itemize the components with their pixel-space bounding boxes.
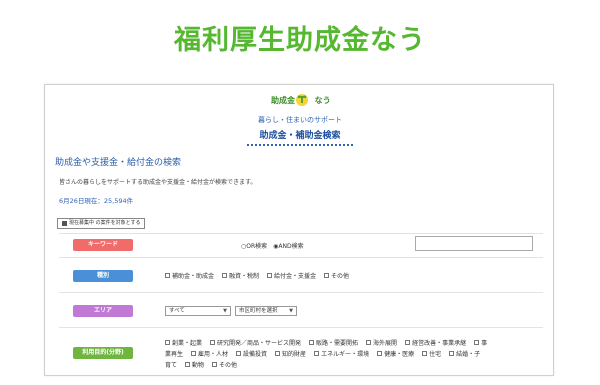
result-count: 6月26日現在：25,594件 xyxy=(59,197,134,205)
section-heading: 助成金や支援金・給付金の検索 xyxy=(55,158,182,168)
sprout-icon xyxy=(296,94,308,106)
prefecture-select[interactable]: すべて ▼ xyxy=(165,306,231,316)
recruiting-filter-checkbox[interactable]: 現在募集中 の案件を対象とする xyxy=(57,218,146,229)
checkbox-icon xyxy=(165,340,170,345)
checkbox-icon xyxy=(165,273,170,278)
purpose-option-continued[interactable]: 業再生 xyxy=(165,349,183,358)
checkbox-checked-icon xyxy=(62,221,67,226)
checkbox-icon xyxy=(212,362,218,367)
purpose-option[interactable]: 住宅 xyxy=(422,349,441,358)
site-tagline: 暮らし・住まいのサポート xyxy=(258,116,342,124)
checkbox-icon xyxy=(366,340,372,345)
row-divider xyxy=(59,292,543,293)
section-description: 皆さんの暮らしをサポートする助成金や支援金・給付金が検索できます。 xyxy=(59,179,257,186)
category-option[interactable]: その他 xyxy=(324,271,349,280)
checkbox-icon xyxy=(474,340,480,345)
purpose-option[interactable]: 研究開発／商品・サービス開発 xyxy=(210,338,301,347)
checkbox-icon xyxy=(314,351,320,356)
city-select[interactable]: 市区町村を選択 ▼ xyxy=(235,306,297,316)
category-option[interactable]: 融資・税制 xyxy=(222,271,259,280)
purpose-option[interactable]: 事 xyxy=(474,338,487,347)
checkbox-icon xyxy=(405,340,411,345)
purpose-option[interactable]: 経営改善・事業承継 xyxy=(405,338,466,347)
purpose-option[interactable]: 販路・需要開拓 xyxy=(309,338,358,347)
checkbox-icon xyxy=(377,351,383,356)
row-divider xyxy=(59,257,543,258)
purpose-option-continued[interactable]: 育て xyxy=(165,360,177,369)
category-label: 種別 xyxy=(73,270,133,282)
site-logo[interactable]: 助成金 なう xyxy=(271,91,333,111)
logo-text-right: なう xyxy=(314,96,331,105)
purpose-options-line2: 業再生 雇用・人材 設備投資 知的財産 エネルギー・環境 健康・医療 住宅 結婚… xyxy=(165,349,480,358)
site-title: 助成金・補助金検索 xyxy=(247,128,353,146)
search-mode-radios[interactable]: ○OR検索 ◉AND検索 xyxy=(241,241,304,250)
purpose-option[interactable]: 結婚・子 xyxy=(449,349,480,358)
keyword-label: キーワード xyxy=(73,239,133,251)
purpose-option[interactable]: 知的財産 xyxy=(275,349,306,358)
checkbox-icon xyxy=(222,273,228,278)
purpose-option[interactable]: 動物 xyxy=(185,360,204,369)
website-screenshot: 助成金 なう 暮らし・住まいのサポート 助成金・補助金検索 助成金や支援金・給付… xyxy=(44,84,554,376)
area-label: エリア xyxy=(73,305,133,317)
purpose-options-line1: 創業・起業 研究開発／商品・サービス開発 販路・需要開拓 海外展開 経営改善・事… xyxy=(165,338,487,347)
checkbox-icon xyxy=(309,340,315,345)
checkbox-icon xyxy=(236,351,242,356)
filter-label: 現在募集中 の案件を対象とする xyxy=(69,220,141,226)
purpose-option[interactable]: 設備投資 xyxy=(236,349,267,358)
page-headline: 福利厚生助成金なう xyxy=(174,25,426,56)
chevron-down-icon: ▼ xyxy=(289,308,293,314)
row-divider xyxy=(59,233,543,234)
logo-text-left: 助成金 xyxy=(271,96,295,105)
checkbox-icon xyxy=(191,351,197,356)
checkbox-icon xyxy=(422,351,428,356)
purpose-option[interactable]: 海外展開 xyxy=(366,338,397,347)
row-divider xyxy=(59,327,543,328)
category-options: 補助金・助成金 融資・税制 給付金・支援金 その他 xyxy=(165,271,349,280)
or-search-radio[interactable]: ○OR検索 xyxy=(241,241,267,250)
purpose-options-line3: 育て 動物 その他 xyxy=(165,360,237,369)
checkbox-icon xyxy=(275,351,281,356)
checkbox-icon xyxy=(185,362,191,367)
checkbox-icon xyxy=(449,351,455,356)
purpose-option[interactable]: 健康・医療 xyxy=(377,349,414,358)
checkbox-icon xyxy=(267,273,273,278)
category-option[interactable]: 給付金・支援金 xyxy=(267,271,316,280)
purpose-option[interactable]: エネルギー・環境 xyxy=(314,349,369,358)
purpose-option[interactable]: その他 xyxy=(212,360,237,369)
checkbox-icon xyxy=(210,340,216,345)
category-option[interactable]: 補助金・助成金 xyxy=(165,271,214,280)
keyword-input[interactable] xyxy=(415,236,533,251)
and-search-radio[interactable]: ◉AND検索 xyxy=(273,241,303,250)
purpose-option[interactable]: 雇用・人材 xyxy=(191,349,228,358)
purpose-label: 利用目的(分野) xyxy=(73,347,133,359)
checkbox-icon xyxy=(324,273,330,278)
chevron-down-icon: ▼ xyxy=(223,308,227,314)
purpose-option[interactable]: 創業・起業 xyxy=(165,338,202,347)
